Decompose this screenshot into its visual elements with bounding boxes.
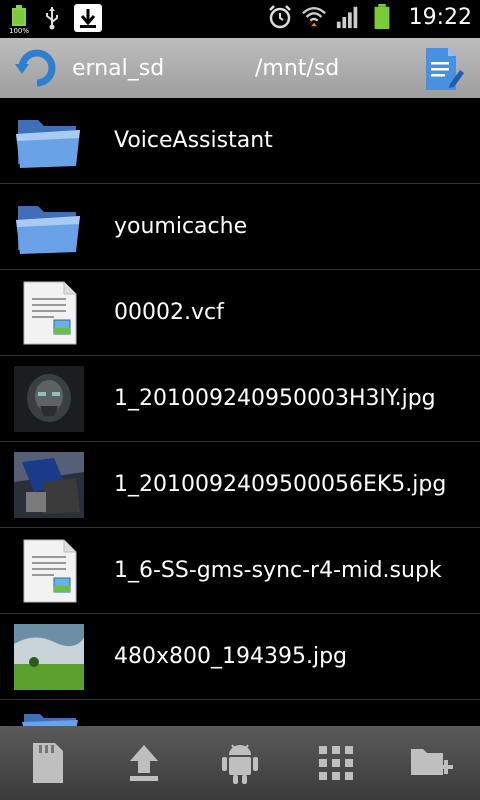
document-icon (23, 539, 77, 603)
alarm-icon (268, 5, 291, 29)
new-folder-button[interactable] (402, 733, 462, 793)
image-thumbnail (14, 366, 84, 432)
file-name: 00002.vcf (114, 300, 224, 325)
sdcard-button[interactable] (18, 733, 78, 793)
list-item[interactable]: 1_2010092409500056EK5.jpg (0, 442, 480, 528)
document-edit-icon[interactable] (422, 46, 464, 92)
file-name: youmicache (114, 214, 248, 239)
bottom-toolbar (0, 726, 480, 800)
folder-icon (22, 714, 78, 726)
battery-icon: 100% (8, 5, 30, 35)
list-item[interactable]: 1_201009240950003H3lY.jpg (0, 356, 480, 442)
list-item[interactable]: 1_6-SS-gms-sync-r4-mid.supk (0, 528, 480, 614)
apps-grid-icon (319, 746, 353, 780)
list-item[interactable]: 480x800_194395.jpg (0, 614, 480, 700)
wifi-icon (301, 7, 326, 27)
status-bar: 100% 19:22 (0, 0, 480, 38)
sdcard-icon (33, 743, 63, 783)
upload-icon (130, 745, 158, 781)
battery-percent: 100% (8, 27, 29, 35)
android-button[interactable] (210, 733, 270, 793)
list-item[interactable]: VoiceAssistant (0, 98, 480, 184)
signal-icon (336, 6, 357, 29)
android-icon (222, 744, 258, 784)
list-item[interactable]: youmicache (0, 184, 480, 270)
list-item[interactable] (0, 700, 480, 726)
file-name: 1_6-SS-gms-sync-r4-mid.supk (114, 558, 442, 583)
clock: 19:22 (408, 4, 472, 30)
usb-icon (46, 7, 58, 30)
new-folder-icon (411, 749, 453, 775)
list-item[interactable]: 00002.vcf (0, 270, 480, 356)
refresh-icon[interactable] (14, 46, 60, 90)
image-thumbnail (14, 624, 84, 690)
folder-icon (16, 120, 80, 168)
file-name: 480x800_194395.jpg (114, 644, 348, 669)
folder-icon (16, 206, 80, 254)
file-name: VoiceAssistant (114, 128, 273, 153)
apps-grid-button[interactable] (306, 733, 366, 793)
battery-full-icon (374, 4, 390, 30)
file-list: VoiceAssistant youmicache 00002.vcf 1_20… (0, 98, 480, 726)
document-icon (23, 281, 77, 345)
image-thumbnail (14, 452, 84, 518)
file-name: 1_201009240950003H3lY.jpg (114, 386, 436, 411)
download-icon (74, 4, 102, 32)
upload-button[interactable] (114, 733, 174, 793)
title-bar: ernal_sd /mnt/sd (0, 38, 480, 98)
storage-name: ernal_sd (72, 56, 165, 81)
current-path: /mnt/sd (255, 56, 340, 81)
file-name: 1_2010092409500056EK5.jpg (114, 472, 447, 497)
